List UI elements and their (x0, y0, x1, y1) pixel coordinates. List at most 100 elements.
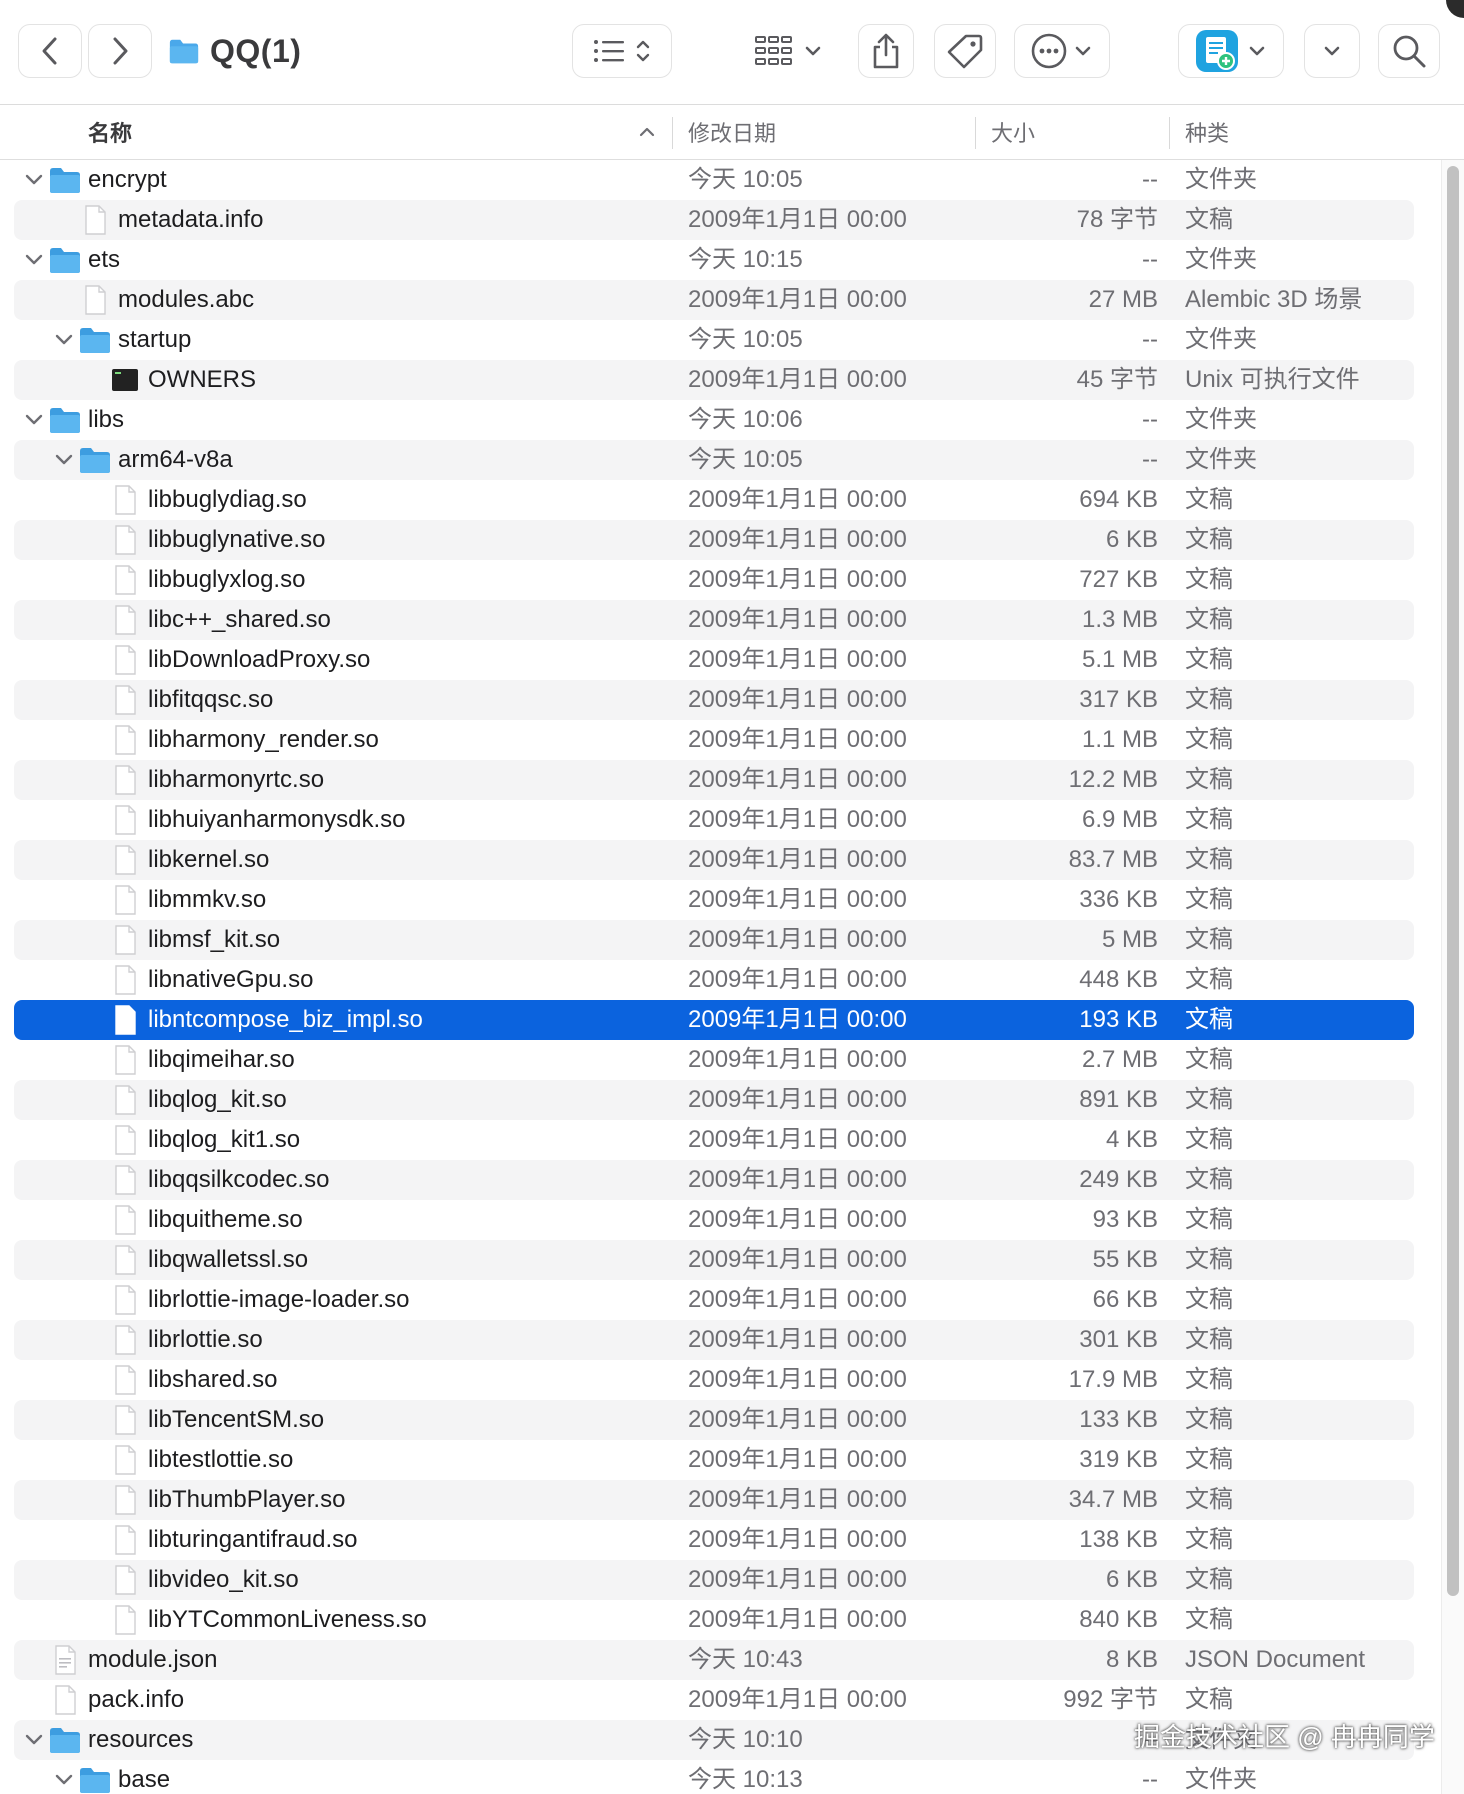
folder-row[interactable]: encrypt 今天 10:05 -- 文件夹 (14, 160, 1414, 200)
column-size-header[interactable]: 大小 (991, 105, 1035, 159)
toolbar-overflow-button[interactable] (1304, 24, 1360, 78)
file-kind: 文稿 (1185, 526, 1233, 553)
file-name: libharmony_render.so (148, 726, 379, 753)
disclosure-chevron-down-icon[interactable] (52, 1768, 76, 1792)
file-row[interactable]: libqimeihar.so 2009年1月1日 00:00 2.7 MB 文稿 (14, 1040, 1414, 1080)
disclosure-chevron-down-icon[interactable] (22, 408, 46, 432)
file-row[interactable]: libDownloadProxy.so 2009年1月1日 00:00 5.1 MB… (14, 640, 1414, 680)
file-row[interactable]: librlottie.so 2009年1月1日 00:00 301 KB 文稿 (14, 1320, 1414, 1360)
open-with-app-button[interactable] (1178, 24, 1284, 78)
column-divider[interactable] (672, 117, 673, 149)
file-row[interactable]: metadata.info 2009年1月1日 00:00 78 字节 文稿 (14, 200, 1414, 240)
folder-row[interactable]: base 今天 10:13 -- 文件夹 (14, 1760, 1414, 1794)
folder-row[interactable]: libs 今天 10:06 -- 文件夹 (14, 400, 1414, 440)
file-row[interactable]: libqqsilkcodec.so 2009年1月1日 00:00 249 KB 文稿 (14, 1160, 1414, 1200)
file-row[interactable]: libntcompose_biz_impl.so 2009年1月1日 00:00 1… (14, 1000, 1414, 1040)
disclosure-chevron-down-icon[interactable] (52, 448, 76, 472)
file-row[interactable]: libtestlottie.so 2009年1月1日 00:00 319 KB 文稿 (14, 1440, 1414, 1480)
file-row[interactable]: libkernel.so 2009年1月1日 00:00 83.7 MB 文稿 (14, 840, 1414, 880)
document-icon (108, 484, 142, 516)
column-kind-header[interactable]: 种类 (1185, 105, 1229, 159)
file-row[interactable]: libharmonyrtc.so 2009年1月1日 00:00 12.2 MB 文稿 (14, 760, 1414, 800)
file-row[interactable]: libmsf_kit.so 2009年1月1日 00:00 5 MB 文稿 (14, 920, 1414, 960)
file-row[interactable]: libTencentSM.so 2009年1月1日 00:00 133 KB 文稿 (14, 1400, 1414, 1440)
modified-date: 2009年1月1日 00:00 (688, 1206, 907, 1233)
modified-date: 2009年1月1日 00:00 (688, 1246, 907, 1273)
more-actions-button[interactable] (1014, 24, 1110, 78)
file-kind: 文稿 (1185, 1006, 1233, 1033)
disclosure-chevron-down-icon[interactable] (22, 1728, 46, 1752)
chevron-down-icon (1249, 46, 1265, 56)
file-kind: 文件夹 (1185, 166, 1257, 193)
modified-date: 2009年1月1日 00:00 (688, 526, 907, 553)
folder-row[interactable]: arm64-v8a 今天 10:05 -- 文件夹 (14, 440, 1414, 480)
disclosure-chevron-down-icon[interactable] (22, 248, 46, 272)
file-row[interactable]: module.json 今天 10:43 8 KB JSON Document (14, 1640, 1414, 1680)
disclosure-chevron-down-icon[interactable] (22, 168, 46, 192)
search-button[interactable] (1378, 24, 1440, 78)
file-size: 138 KB (1079, 1526, 1158, 1553)
forward-button[interactable] (88, 24, 152, 78)
view-options-button[interactable] (572, 24, 672, 78)
file-kind: 文稿 (1185, 886, 1233, 913)
column-date-header[interactable]: 修改日期 (688, 105, 776, 159)
modified-date: 2009年1月1日 00:00 (688, 1566, 907, 1593)
file-row[interactable]: librlottie-image-loader.so 2009年1月1日 00:0… (14, 1280, 1414, 1320)
column-name-header[interactable]: 名称 (88, 105, 132, 159)
file-name: libkernel.so (148, 846, 270, 873)
file-row[interactable]: libYTCommonLiveness.so 2009年1月1日 00:00 840… (14, 1600, 1414, 1640)
file-size: 55 KB (1092, 1246, 1158, 1273)
share-button[interactable] (858, 24, 914, 78)
file-row[interactable]: libThumbPlayer.so 2009年1月1日 00:00 34.7 MB 文… (14, 1480, 1414, 1520)
tag-button[interactable] (934, 24, 996, 78)
file-kind: 文稿 (1185, 566, 1233, 593)
disclosure-chevron-down-icon[interactable] (52, 328, 76, 352)
column-divider[interactable] (975, 117, 976, 149)
folder-row[interactable]: startup 今天 10:05 -- 文件夹 (14, 320, 1414, 360)
file-row[interactable]: libhuiyanharmonysdk.so 2009年1月1日 00:00 6.9… (14, 800, 1414, 840)
scrollbar-thumb[interactable] (1447, 166, 1459, 1596)
document-icon (108, 764, 142, 796)
window-title: QQ(1) (168, 30, 301, 72)
sort-ascending-icon[interactable] (636, 121, 658, 143)
file-kind: 文稿 (1185, 646, 1233, 673)
file-row[interactable]: libmmkv.so 2009年1月1日 00:00 336 KB 文稿 (14, 880, 1414, 920)
file-name: libbuglyxlog.so (148, 566, 306, 593)
file-row[interactable]: libvideo_kit.so 2009年1月1日 00:00 6 KB 文稿 (14, 1560, 1414, 1600)
file-row[interactable]: OWNERS 2009年1月1日 00:00 45 字节 Unix 可执行文件 (14, 360, 1414, 400)
modified-date: 2009年1月1日 00:00 (688, 1446, 907, 1473)
document-icon (108, 1004, 142, 1036)
file-row[interactable]: libbuglynative.so 2009年1月1日 00:00 6 KB 文稿 (14, 520, 1414, 560)
file-kind: 文稿 (1185, 1446, 1233, 1473)
file-row[interactable]: libharmony_render.so 2009年1月1日 00:00 1.1 M… (14, 720, 1414, 760)
document-icon (108, 1484, 142, 1516)
file-row[interactable]: libnativeGpu.so 2009年1月1日 00:00 448 KB 文稿 (14, 960, 1414, 1000)
file-kind: 文件夹 (1185, 246, 1257, 273)
file-kind: 文稿 (1185, 1086, 1233, 1113)
back-button[interactable] (18, 24, 82, 78)
file-size: 317 KB (1079, 686, 1158, 713)
file-name: base (118, 1766, 171, 1793)
document-icon (108, 524, 142, 556)
file-row[interactable]: libturingantifraud.so 2009年1月1日 00:00 138 … (14, 1520, 1414, 1560)
file-row[interactable]: libqlog_kit1.so 2009年1月1日 00:00 4 KB 文稿 (14, 1120, 1414, 1160)
modified-date: 今天 10:15 (688, 246, 803, 273)
file-row[interactable]: pack.info 2009年1月1日 00:00 992 字节 文稿 (14, 1680, 1414, 1720)
folder-row[interactable]: ets 今天 10:15 -- 文件夹 (14, 240, 1414, 280)
file-row[interactable]: libquitheme.so 2009年1月1日 00:00 93 KB 文稿 (14, 1200, 1414, 1240)
file-name: libqqsilkcodec.so (148, 1166, 330, 1193)
file-row[interactable]: libqlog_kit.so 2009年1月1日 00:00 891 KB 文稿 (14, 1080, 1414, 1120)
file-row[interactable]: libc++_shared.so 2009年1月1日 00:00 1.3 MB 文稿 (14, 600, 1414, 640)
file-kind: 文稿 (1185, 1366, 1233, 1393)
file-name: libharmonyrtc.so (148, 766, 325, 793)
modified-date: 今天 10:05 (688, 166, 803, 193)
file-row[interactable]: modules.abc 2009年1月1日 00:00 27 MB Alembic 3… (14, 280, 1414, 320)
file-row[interactable]: libshared.so 2009年1月1日 00:00 17.9 MB 文稿 (14, 1360, 1414, 1400)
file-name: libhuiyanharmonysdk.so (148, 806, 406, 833)
group-by-button[interactable] (740, 24, 838, 78)
column-divider[interactable] (1169, 117, 1170, 149)
file-row[interactable]: libqwalletssl.so 2009年1月1日 00:00 55 KB 文稿 (14, 1240, 1414, 1280)
file-row[interactable]: libbuglyxlog.so 2009年1月1日 00:00 727 KB 文稿 (14, 560, 1414, 600)
file-row[interactable]: libbuglydiag.so 2009年1月1日 00:00 694 KB 文稿 (14, 480, 1414, 520)
file-row[interactable]: libfitqqsc.so 2009年1月1日 00:00 317 KB 文稿 (14, 680, 1414, 720)
